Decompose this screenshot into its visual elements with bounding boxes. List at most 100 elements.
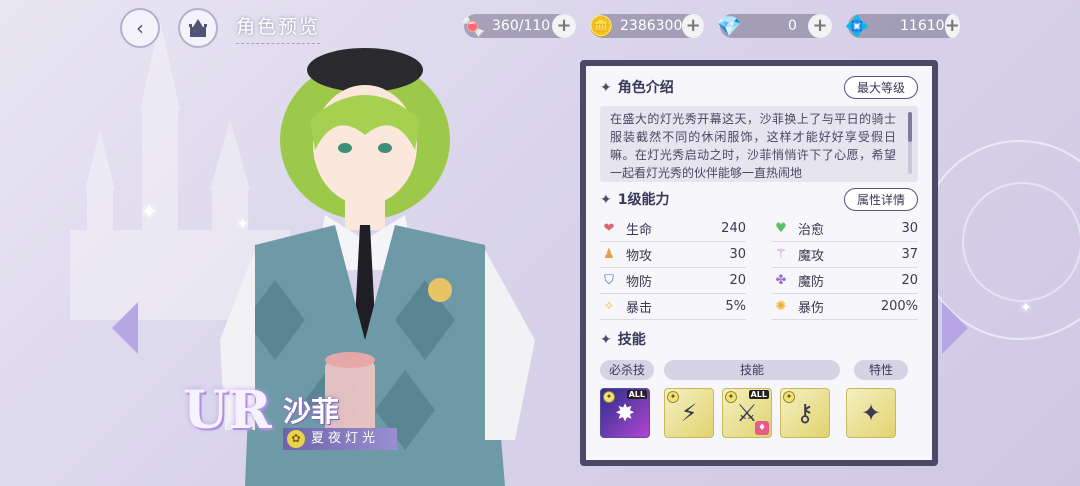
skill-badge-icon: ✦	[725, 391, 737, 403]
stat-label: 生命	[626, 223, 653, 238]
currency-value: 360/110	[492, 18, 551, 34]
stat-physical-defense: ⛉ 物防 20	[600, 268, 746, 294]
stat-magic-defense: ✤ 魔防 20	[772, 268, 918, 294]
intro-title-text: 角色介绍	[617, 80, 674, 96]
heal-heart-icon: ♥	[775, 221, 787, 236]
crit-star-icon: ✧	[603, 299, 615, 314]
stat-hp: ❤ 生命 240	[600, 216, 746, 242]
skills-title: ✦ 技能	[600, 329, 646, 349]
character-nameplate: UR 沙菲 ✿ 夏夜灯光	[175, 378, 435, 458]
skill-2-icon[interactable]: ✦ ALL ⚔ ♦	[722, 388, 772, 438]
character-info-panel: ✦ 角色介绍 最大等级 在盛大的灯光秀开幕这天，沙菲换上了与平日的骑士服装截然不同…	[580, 60, 938, 466]
add-blue-diamond-button[interactable]: +	[944, 14, 960, 38]
skills-section-header: ✦ 技能	[600, 326, 918, 352]
intro-section-header: ✦ 角色介绍 最大等级	[600, 74, 918, 100]
currency-gold: 🪙 2386300 +	[589, 14, 704, 38]
stat-label: 治愈	[798, 223, 825, 238]
stat-value: 37	[901, 247, 918, 262]
magic-defense-icon: ✤	[775, 273, 787, 288]
trait-star-icon: ✦	[860, 399, 882, 427]
stat-value: 200%	[880, 299, 918, 314]
home-button[interactable]	[178, 8, 218, 48]
add-gold-button[interactable]: +	[682, 14, 704, 38]
stat-value: 20	[901, 273, 918, 288]
buff-icon: ♦	[755, 421, 769, 435]
skill-category-label: 技能	[664, 360, 840, 380]
currency-stamina: 🍬 360/110 +	[461, 14, 576, 38]
currency-blue-diamond: 💠 11610 +	[845, 14, 960, 38]
stat-label: 物攻	[626, 249, 653, 264]
skill-badge-icon: ✦	[783, 391, 795, 403]
add-pink-diamond-button[interactable]: +	[808, 14, 832, 38]
currency-pink-diamond: 💎 0 +	[717, 14, 832, 38]
currency-value: 0	[788, 18, 797, 34]
stat-label: 魔攻	[798, 249, 825, 264]
intro-text: 在盛大的灯光秀开幕这天，沙菲换上了与平日的骑士服装截然不同的休闲服饰，这样才能好…	[610, 112, 896, 180]
attribute-details-button[interactable]: 属性详情	[843, 187, 918, 211]
ability-title-text: 1级能力	[617, 192, 670, 208]
skill-badge-icon: ✦	[667, 391, 679, 403]
skill-1-icon[interactable]: ✦ ⚡	[664, 388, 714, 438]
sparkle-icon: ✦	[140, 200, 159, 225]
intro-scrollbar[interactable]	[908, 112, 912, 174]
stat-value: 30	[729, 247, 746, 262]
costume-medal-icon: ✿	[287, 430, 305, 448]
blue-diamond-icon: 💠	[844, 14, 870, 38]
max-level-button[interactable]: 最大等级	[843, 75, 918, 99]
ability-title: ✦ 1级能力	[600, 189, 669, 209]
rarity-badge: UR	[183, 380, 272, 441]
all-target-badge: ALL	[626, 390, 647, 399]
skill-icons-row: ✦ ALL ✸ ✦ ⚡ ✦ ALL ⚔ ♦ ✦ ⚷ ✦	[600, 388, 918, 438]
pink-diamond-icon: 💎	[716, 14, 742, 38]
all-target-badge: ALL	[748, 390, 769, 399]
stat-label: 物防	[626, 275, 653, 290]
back-button[interactable]: ‹	[120, 8, 160, 48]
stat-value: 5%	[725, 299, 746, 314]
skill-badge-icon: ✦	[603, 391, 615, 403]
currency-value: 2386300	[620, 18, 683, 34]
stat-value: 240	[721, 221, 746, 236]
key-icon: ⚷	[796, 399, 814, 427]
four-point-star-icon: ✦	[600, 80, 612, 96]
ability-section-header: ✦ 1级能力 属性详情	[600, 186, 918, 212]
shield-icon: ⛉	[604, 273, 614, 288]
magic-wand-icon: ⚚	[775, 247, 787, 262]
stat-label: 暴伤	[798, 301, 825, 316]
trait-icon[interactable]: ✦	[846, 388, 896, 438]
trait-category-label: 特性	[854, 360, 908, 380]
crit-damage-icon: ✺	[775, 299, 787, 314]
ultimate-art-icon: ✸	[614, 399, 636, 427]
stat-physical-attack: ♟ 物攻 30	[600, 242, 746, 268]
candy-icon: 🍬	[460, 14, 486, 38]
stat-crit-damage: ✺ 暴伤 200%	[772, 294, 918, 320]
add-stamina-button[interactable]: +	[552, 14, 576, 38]
character-name: 沙菲	[283, 395, 340, 428]
lightning-sword-icon: ⚡	[680, 399, 698, 427]
stat-label: 魔防	[798, 275, 825, 290]
stat-value: 20	[729, 273, 746, 288]
skill-3-icon[interactable]: ✦ ⚷	[780, 388, 830, 438]
sparkle-icon: ✦	[1020, 300, 1032, 316]
skill-categories: 必杀技 技能 特性	[600, 360, 918, 380]
intro-title: ✦ 角色介绍	[600, 77, 674, 97]
currency-value: 11610	[900, 18, 945, 34]
intro-text-box[interactable]: 在盛大的灯光秀开幕这天，沙菲换上了与平日的骑士服装截然不同的休闲服饰，这样才能好…	[600, 106, 918, 182]
ultimate-skill-icon[interactable]: ✦ ALL ✸	[600, 388, 650, 438]
stats-grid: ❤ 生命 240 ♥ 治愈 30 ♟ 物攻 30 ⚚ 魔攻 37 ⛉ 物防 20…	[600, 216, 918, 320]
ultimate-category-label: 必杀技	[600, 360, 654, 380]
physical-attack-icon: ♟	[603, 247, 615, 262]
costume-name: 夏夜灯光	[311, 431, 380, 446]
back-arrow-icon: ‹	[136, 16, 144, 40]
stat-value: 30	[901, 221, 918, 236]
costume-tag: ✿ 夏夜灯光	[283, 428, 398, 450]
four-point-star-icon: ✦	[600, 332, 612, 348]
previous-character-arrow[interactable]	[112, 302, 138, 354]
stat-crit: ✧ 暴击 5%	[600, 294, 746, 320]
stat-heal: ♥ 治愈 30	[772, 216, 918, 242]
stat-label: 暴击	[626, 301, 653, 316]
castle-home-icon	[189, 19, 207, 37]
stat-magic-attack: ⚚ 魔攻 37	[772, 242, 918, 268]
heart-icon: ❤	[603, 221, 615, 236]
gold-coin-icon: 🪙	[588, 14, 614, 38]
next-character-arrow[interactable]	[942, 302, 968, 354]
